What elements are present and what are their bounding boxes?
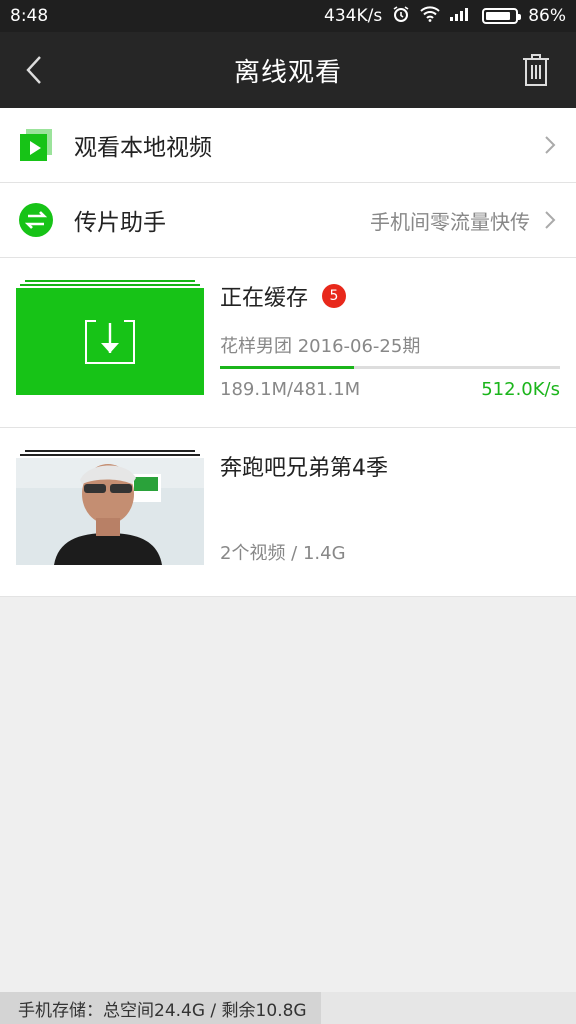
chevron-right-icon: [540, 133, 560, 157]
transfer-icon: [18, 202, 54, 238]
trash-icon: [523, 54, 549, 86]
show-cover-image: [16, 458, 204, 565]
transfer-label: 传片助手: [74, 210, 166, 236]
transfer-row[interactable]: 传片助手 手机间零流量快传: [0, 183, 576, 258]
back-icon: [26, 56, 41, 84]
show-card[interactable]: 奔跑吧兄弟第4季 2个视频 / 1.4G: [0, 428, 576, 597]
current-download-item: 花样男团 2016-06-25期: [220, 336, 421, 357]
battery-percent: 86%: [528, 6, 566, 26]
delete-button[interactable]: [516, 50, 556, 90]
show-thumbnail: [16, 450, 204, 596]
download-progress-bar: [220, 366, 560, 369]
download-size-progress: 189.1M/481.1M: [220, 379, 361, 400]
download-count-badge: 5: [322, 284, 347, 308]
storage-bar: 手机存储：总空间24.4G / 剩余10.8G: [0, 992, 576, 1024]
status-time: 8:48: [10, 6, 49, 26]
app-bar: 离线观看: [0, 32, 576, 108]
local-video-row[interactable]: 观看本地视频: [0, 108, 576, 183]
download-speed: 512.0K/s: [481, 379, 560, 400]
downloading-title: 正在缓存: [220, 286, 309, 311]
alarm-icon: [392, 5, 410, 28]
transfer-hint: 手机间零流量快传: [370, 209, 530, 234]
downloading-card[interactable]: 正在缓存 5 花样男团 2016-06-25期 189.1M/481.1M 51…: [0, 258, 576, 428]
signal-icon: [450, 6, 472, 26]
net-speed: 434K/s: [324, 6, 383, 26]
status-bar: 8:48 434K/s 86%: [0, 0, 576, 32]
download-icon: [85, 319, 135, 364]
local-video-label: 观看本地视频: [74, 135, 212, 161]
chevron-right-icon: [540, 208, 560, 232]
download-progress-fill: [220, 366, 354, 369]
wifi-icon: [420, 5, 440, 27]
show-meta: 2个视频 / 1.4G: [220, 543, 346, 564]
page-title: 离线观看: [233, 57, 342, 88]
back-button[interactable]: [14, 50, 54, 90]
play-square-icon: [18, 127, 54, 163]
storage-text: 手机存储：总空间24.4G / 剩余10.8G: [18, 1000, 307, 1021]
battery-icon: [482, 8, 522, 24]
show-title: 奔跑吧兄弟第4季: [220, 456, 388, 481]
